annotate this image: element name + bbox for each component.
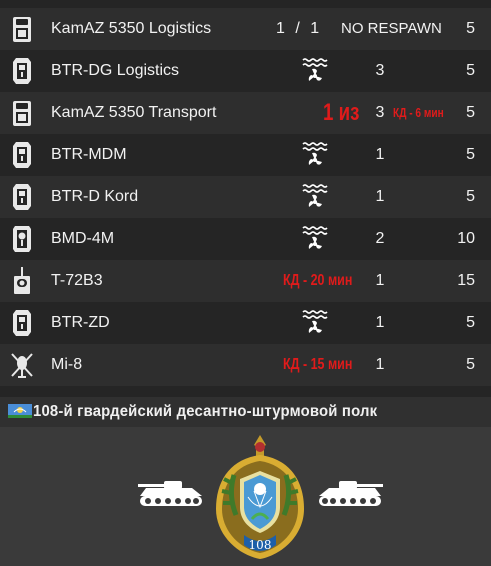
vehicle-max: 5 (466, 62, 475, 79)
vehicle-max: 5 (466, 104, 475, 121)
vehicle-max: 5 (466, 20, 475, 37)
amphibious-icon (300, 182, 330, 212)
cooldown-note: КД - 6 мин (393, 105, 444, 120)
regiment-emblem-icon: 108 (216, 435, 304, 559)
vehicle-row[interactable]: T-72B3 КД - 20 мин 1 15 (0, 260, 491, 302)
cooldown-note: КД - 20 мин (283, 272, 353, 289)
apc-icon (10, 140, 34, 170)
apc-icon (10, 56, 34, 86)
tank-icon (10, 266, 34, 296)
vehicle-max: 10 (457, 230, 475, 247)
vehicle-max: 5 (466, 314, 475, 331)
bmd-silhouette-icon (319, 481, 383, 506)
apc-icon (10, 308, 34, 338)
vehicle-name: BTR-MDM (51, 146, 127, 163)
amphibious-icon (300, 56, 330, 86)
vehicle-row[interactable]: BTR-ZD 1 5 (0, 302, 491, 344)
amphibious-icon (300, 308, 330, 338)
truck-icon (10, 98, 34, 128)
apc-icon (10, 182, 34, 212)
vehicle-name: BMD-4M (51, 230, 115, 247)
emblem-number: 108 (249, 538, 272, 552)
vehicle-row[interactable]: BTR-DG Logistics 3 5 (0, 50, 491, 92)
vdv-flag-icon (8, 404, 32, 418)
vehicle-count: 1 (375, 146, 385, 163)
vehicle-name: BTR-ZD (51, 314, 110, 331)
vehicle-name: KamAZ 5350 Transport (51, 104, 217, 121)
respawn-status: NO RESPAWN (341, 20, 442, 37)
vehicle-name: BTR-DG Logistics (51, 62, 180, 79)
vehicle-row[interactable]: KamAZ 5350 Transport 1 из 3 КД - 6 мин 5 (0, 92, 491, 134)
vehicle-max: 5 (466, 356, 475, 373)
vehicle-max: 15 (457, 272, 475, 289)
regiment-title: 108-й гвардейский десантно-штурмовой пол… (33, 403, 378, 420)
vehicle-count: 1 (375, 356, 385, 373)
vehicle-row[interactable]: KamAZ 5350 Logistics 1 / 1 NO RESPAWN 5 (0, 8, 491, 50)
vehicle-row[interactable]: BMD-4M 2 10 (0, 218, 491, 260)
vehicle-max: 5 (466, 188, 475, 205)
vehicle-count: 1 (375, 314, 385, 331)
vehicle-row[interactable]: BTR-MDM 1 5 (0, 134, 491, 176)
ifv-icon (10, 224, 34, 254)
cooldown-note: КД - 15 мин (283, 356, 353, 373)
emblem-area: 108 (0, 427, 491, 566)
vehicle-name: Mi-8 (51, 356, 83, 373)
spawn-limit-note: 1 из (323, 99, 360, 126)
vehicle-max: 5 (466, 146, 475, 163)
vehicle-row[interactable]: Mi-8 КД - 15 мин 1 5 (0, 344, 491, 386)
vehicle-list: KamAZ 5350 Logistics 1 / 1 NO RESPAWN 5 … (0, 0, 491, 397)
vehicle-count: 2 (375, 230, 385, 247)
vehicle-name: BTR-D Kord (51, 188, 139, 205)
vehicle-name: T-72B3 (51, 272, 103, 289)
amphibious-icon (300, 140, 330, 170)
vehicle-row[interactable]: BTR-D Kord 1 5 (0, 176, 491, 218)
vehicle-name: KamAZ 5350 Logistics (51, 20, 212, 37)
bmd-silhouette-icon (138, 481, 202, 506)
vehicle-count: 3 (375, 62, 385, 79)
vehicle-count: 1 (375, 272, 385, 289)
truck-icon (10, 14, 34, 44)
vehicle-count: 1 (375, 188, 385, 205)
helicopter-icon (10, 350, 34, 380)
amphibious-icon (300, 224, 330, 254)
vehicle-count: 3 (375, 104, 385, 121)
vehicle-fraction: 1 / 1 (276, 20, 320, 37)
regiment-banner: 108-й гвардейский десантно-штурмовой пол… (0, 397, 491, 427)
